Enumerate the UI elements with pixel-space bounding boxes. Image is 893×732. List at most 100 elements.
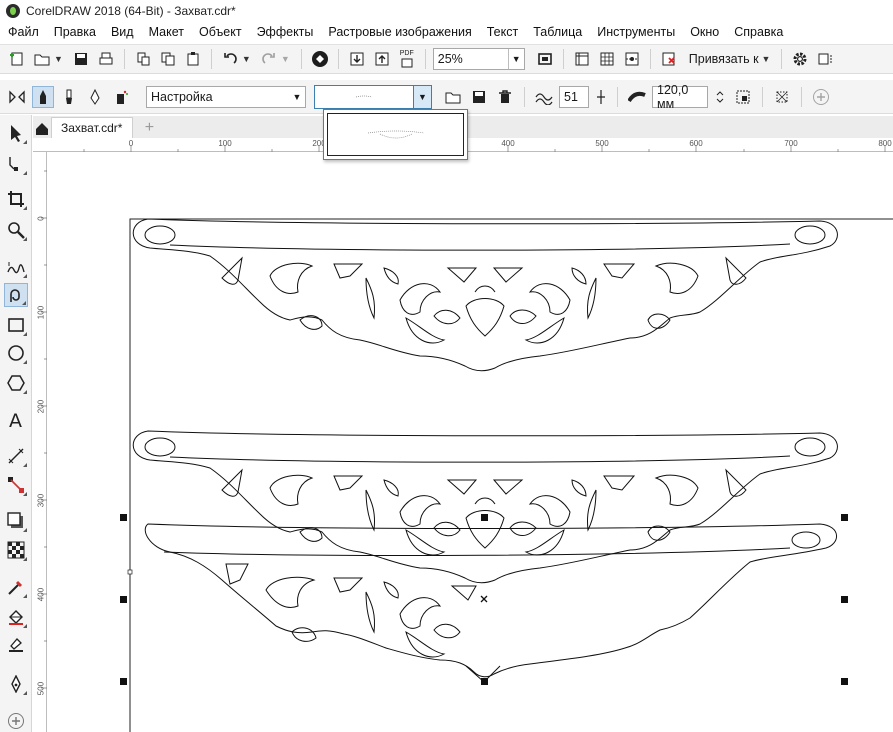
open-dropdown-icon[interactable]: ▼ xyxy=(54,54,63,64)
redo-icon[interactable] xyxy=(258,48,280,70)
crop-tool-icon[interactable] xyxy=(4,187,28,211)
show-rulers-icon[interactable] xyxy=(571,48,593,70)
corel-connect-icon[interactable] xyxy=(309,48,331,70)
zoom-tool-icon[interactable] xyxy=(4,218,28,242)
menu-file[interactable]: Файл xyxy=(0,25,46,39)
menu-object[interactable]: Объект xyxy=(191,25,249,39)
browse-folder-icon[interactable] xyxy=(442,86,464,108)
smoothing-slider-icon[interactable] xyxy=(593,86,609,108)
stroke-preview-option[interactable] xyxy=(327,113,464,156)
toolbox: A xyxy=(0,115,32,732)
publish-pdf-icon[interactable]: PDF xyxy=(396,48,418,70)
add-tool-icon[interactable] xyxy=(4,709,28,732)
smart-fill-tool-icon[interactable] xyxy=(4,633,28,657)
zoom-level-select[interactable]: 25% ▼ xyxy=(432,48,525,70)
pick-tool-icon[interactable] xyxy=(4,121,28,145)
menu-effects[interactable]: Эффекты xyxy=(249,25,321,39)
bounding-box-icon[interactable] xyxy=(771,86,793,108)
chevron-down-icon[interactable]: ▼ xyxy=(507,49,524,69)
chevron-down-icon[interactable]: ▼ xyxy=(413,85,431,108)
mirror-horizontal-icon[interactable] xyxy=(6,86,28,108)
menu-layout[interactable]: Макет xyxy=(141,25,191,39)
selection-handle xyxy=(841,678,848,685)
text-tool-icon[interactable]: A xyxy=(4,408,28,432)
save-icon[interactable] xyxy=(70,48,92,70)
menu-edit[interactable]: Правка xyxy=(46,25,103,39)
snap-to-label[interactable]: Привязать к xyxy=(689,52,759,66)
outline-pen-tool-icon[interactable] xyxy=(4,672,28,696)
parallel-dimension-tool-icon[interactable] xyxy=(4,444,28,468)
copy-icon[interactable] xyxy=(157,48,179,70)
document-tab[interactable]: Захват.cdr* xyxy=(51,117,134,138)
undo-dropdown-icon[interactable]: ▼ xyxy=(242,54,251,64)
stroke-width-input[interactable]: 120,0 мм xyxy=(652,82,708,111)
menu-bitmaps[interactable]: Растровые изображения xyxy=(320,25,478,39)
drop-shadow-tool-icon[interactable] xyxy=(4,509,28,533)
artistic-media-preset-icon[interactable] xyxy=(32,85,54,108)
stroke-width-value: 120,0 мм xyxy=(657,82,689,111)
snap-off-icon[interactable] xyxy=(658,48,680,70)
full-screen-preview-icon[interactable] xyxy=(534,48,556,70)
show-guidelines-icon[interactable] xyxy=(621,48,643,70)
new-tab-icon[interactable]: + xyxy=(139,118,159,138)
freehand-smoothing-icon xyxy=(533,86,555,108)
gear-icon[interactable] xyxy=(789,48,811,70)
freehand-tool-icon[interactable] xyxy=(4,255,28,279)
connector-tool-icon[interactable] xyxy=(4,473,28,497)
show-grid-icon[interactable] xyxy=(596,48,618,70)
ellipse-tool-icon[interactable] xyxy=(4,341,28,365)
polygon-tool-icon[interactable] xyxy=(4,371,28,395)
calligraphic-pen-icon[interactable] xyxy=(84,86,106,108)
print-icon[interactable] xyxy=(95,48,117,70)
selection-handle xyxy=(481,514,488,521)
undo-icon[interactable] xyxy=(219,48,241,70)
vertical-ruler[interactable]: 0 100 200 300 400 500 xyxy=(33,152,47,732)
menu-help[interactable]: Справка xyxy=(726,25,790,39)
chevron-down-icon[interactable]: ▼ xyxy=(289,87,305,107)
toolbar-separator xyxy=(300,49,302,69)
stroke-preview-select[interactable]: ▼ xyxy=(314,84,432,109)
home-icon[interactable] xyxy=(33,120,51,138)
paste-icon[interactable] xyxy=(182,48,204,70)
brush-icon[interactable] xyxy=(58,86,80,108)
new-document-icon[interactable] xyxy=(6,48,28,70)
more-tools-icon[interactable] xyxy=(814,48,836,70)
eyedropper-tool-icon[interactable] xyxy=(4,575,28,599)
stroke-width-spinner-icon[interactable] xyxy=(712,86,728,108)
carving-panel-middle xyxy=(132,430,838,584)
smoothing-input[interactable]: 51 xyxy=(559,85,589,108)
selection-handle xyxy=(841,514,848,521)
delete-icon[interactable] xyxy=(494,86,516,108)
document-tab-label: Захват.cdr* xyxy=(61,121,123,135)
artistic-media-tool-icon[interactable] xyxy=(4,283,28,307)
cut-icon[interactable] xyxy=(132,48,154,70)
preset-stroke-select[interactable]: Настройка ▼ xyxy=(146,85,306,108)
selection-handle xyxy=(120,514,127,521)
import-icon[interactable] xyxy=(346,48,368,70)
snap-to-dropdown-icon[interactable]: ▼ xyxy=(762,54,771,64)
toolbar-separator xyxy=(801,86,802,107)
menu-table[interactable]: Таблица xyxy=(525,25,589,39)
menu-tools[interactable]: Инструменты xyxy=(589,25,682,39)
save-stroke-icon[interactable] xyxy=(468,86,490,108)
interactive-fill-tool-icon[interactable] xyxy=(4,605,28,629)
toolbar-separator xyxy=(649,49,651,69)
sprayer-icon[interactable] xyxy=(110,86,132,108)
selection-handle xyxy=(841,596,848,603)
toolbar-separator xyxy=(123,49,125,69)
export-icon[interactable] xyxy=(371,48,393,70)
open-folder-icon[interactable] xyxy=(31,48,53,70)
menu-view[interactable]: Вид xyxy=(103,25,141,39)
scale-with-object-icon[interactable] xyxy=(732,86,754,108)
redo-dropdown-icon[interactable]: ▼ xyxy=(281,54,290,64)
stroke-preview-dropdown[interactable] xyxy=(323,109,468,160)
shape-tool-icon[interactable] xyxy=(4,152,28,176)
toolbar-separator xyxy=(337,49,339,69)
transparency-tool-icon[interactable] xyxy=(4,538,28,562)
menu-window[interactable]: Окно xyxy=(682,25,726,39)
menu-text[interactable]: Текст xyxy=(479,25,525,39)
drawing-canvas[interactable] xyxy=(48,153,893,732)
toolbar-separator xyxy=(617,86,618,107)
rectangle-tool-icon[interactable] xyxy=(4,313,28,337)
add-icon[interactable] xyxy=(810,86,832,108)
